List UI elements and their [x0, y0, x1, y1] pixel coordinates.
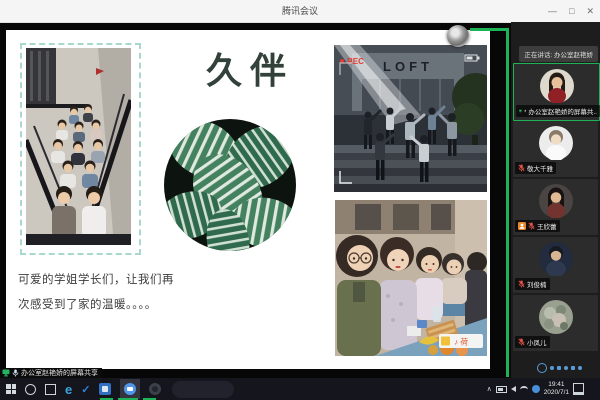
- participant-tile[interactable]: 敬大千雅: [513, 121, 598, 177]
- mic-muted-icon: [518, 280, 525, 288]
- participant-nameplate: 办公室赵艳娇的屏幕共..: [516, 105, 600, 117]
- participant-name: 小凤儿: [527, 337, 547, 347]
- share-border-top: [470, 28, 509, 31]
- slide-caption: 可爱的学姐学长们，让我们再 次感受到了家的温暖。。。。: [18, 268, 228, 318]
- participant-tile[interactable]: 办公室赵艳娇的屏幕共..: [513, 63, 600, 121]
- avatar: [539, 126, 573, 160]
- checkmark-app-icon[interactable]: ✓: [81, 383, 90, 396]
- participant-tile[interactable]: 王欣蕾: [513, 179, 598, 235]
- webcam-lens-overlay: [447, 25, 469, 47]
- toolbar-dot-icon[interactable]: [571, 366, 575, 370]
- taskbar-icons: e ✓: [6, 378, 161, 400]
- participants-sidebar: 正在讲话: 办公室赵艳娇 办公室赵艳娇的屏幕共..: [511, 22, 600, 378]
- avatar: [540, 69, 574, 103]
- running-app-indicator: [143, 398, 156, 400]
- share-border-right: [506, 28, 509, 377]
- participant-name: 王欣蕾: [537, 221, 557, 231]
- tray-expand-icon[interactable]: ∧: [487, 385, 492, 393]
- caption-line-1: 可爱的学姐学长们，让我们再: [18, 268, 228, 293]
- participant-nameplate: 刘俊楠: [515, 278, 550, 290]
- running-app-indicator: [118, 398, 138, 400]
- taskbar-clock[interactable]: 19:41 2020/7/1: [544, 381, 569, 397]
- app-window: 腾讯会议 — □ ✕ 久伴: [0, 0, 600, 400]
- system-tray: ∧ 19:41 2020/7/1: [487, 378, 584, 400]
- share-indicator-text: 办公室赵艳娇的屏幕共享: [21, 368, 98, 378]
- recorder-icon[interactable]: [537, 363, 547, 373]
- window-title: 腾讯会议: [0, 0, 600, 22]
- mic-on-icon: [524, 107, 527, 115]
- participant-nameplate: 小凤儿: [515, 336, 550, 348]
- participant-name: 刘俊楠: [527, 279, 547, 289]
- task-view-icon[interactable]: [45, 384, 56, 395]
- camera-app-icon[interactable]: [149, 383, 161, 395]
- mic-muted-icon: [518, 164, 525, 172]
- photo-dinner-selfie: ♪ 荷: [335, 200, 487, 356]
- slide-title: 久伴: [200, 42, 300, 94]
- running-app-indicator: [100, 398, 113, 400]
- participant-nameplate: 王欣蕾: [515, 220, 560, 232]
- edge-browser-icon[interactable]: e: [65, 383, 72, 396]
- avatar: [539, 242, 573, 276]
- clock-date: 2020/7/1: [544, 389, 569, 397]
- stair-photo-frame: [20, 43, 141, 255]
- action-center-icon[interactable]: [573, 383, 584, 395]
- taskbar-docked-item[interactable]: [172, 381, 234, 398]
- network-icon[interactable]: [520, 386, 528, 393]
- tencent-meeting-taskbar-icon[interactable]: [120, 379, 140, 399]
- maximize-button[interactable]: □: [569, 6, 574, 16]
- photo-watermark: ♪ 荷: [454, 337, 468, 347]
- rec-indicator-text: REC: [347, 57, 364, 66]
- host-badge-icon: [518, 222, 526, 230]
- participant-nameplate: 敬大千雅: [515, 162, 556, 174]
- speaking-banner: 正在讲话: 办公室赵艳娇: [519, 46, 598, 62]
- participant-tile[interactable]: 刘俊楠: [513, 237, 598, 293]
- start-button-icon[interactable]: [6, 384, 16, 394]
- avatar: [539, 184, 573, 218]
- photo-loft-night: LOFT REC: [334, 45, 487, 192]
- cortana-icon[interactable]: [25, 384, 36, 395]
- toolbar-dot-icon[interactable]: [550, 366, 554, 370]
- caption-line-2: 次感受到了家的温暖。。。。: [18, 293, 228, 318]
- battery-icon[interactable]: [496, 386, 507, 393]
- close-button[interactable]: ✕: [586, 6, 594, 17]
- blue-app-icon[interactable]: [99, 383, 111, 395]
- participant-name: 办公室赵艳娇的屏幕共..: [528, 106, 597, 116]
- leaf-circle-image: [164, 119, 296, 251]
- mic-muted-icon: [528, 222, 535, 230]
- meeting-tray-icon[interactable]: [532, 385, 540, 393]
- screen-share-indicator: 办公室赵艳娇的屏幕共享: [0, 368, 102, 378]
- photo-stairs-group: [26, 48, 131, 245]
- speaker-icon[interactable]: [511, 386, 516, 392]
- clock-time: 19:41: [544, 381, 569, 389]
- shared-screen-slide: 久伴: [6, 30, 490, 369]
- mic-on-icon: [12, 369, 19, 377]
- toolbar-dot-icon[interactable]: [564, 366, 568, 370]
- screen-share-icon: [2, 369, 10, 377]
- mic-muted-icon: [518, 338, 525, 346]
- avatar: [539, 300, 573, 334]
- participant-tile[interactable]: 小凤儿: [513, 295, 598, 351]
- participant-name: 敬大千雅: [527, 163, 553, 173]
- window-controls: — □ ✕: [548, 0, 594, 22]
- loft-sign-text: LOFT: [383, 59, 433, 74]
- recorder-toolbar[interactable]: [537, 363, 582, 373]
- toolbar-dot-icon[interactable]: [578, 366, 582, 370]
- minimize-button[interactable]: —: [548, 6, 557, 16]
- screen-share-icon: [519, 107, 522, 115]
- toolbar-dot-icon[interactable]: [557, 366, 561, 370]
